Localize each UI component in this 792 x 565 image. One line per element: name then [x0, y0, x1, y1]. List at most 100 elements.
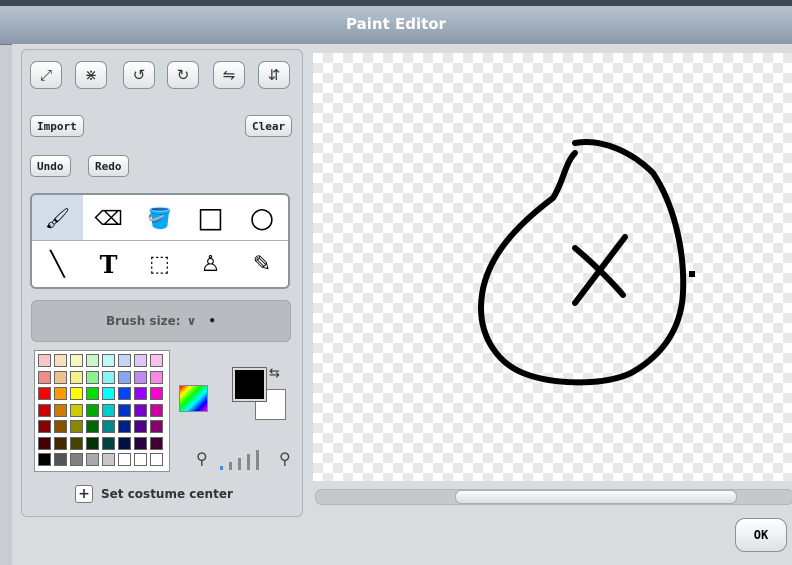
color-swatch[interactable]: [134, 354, 147, 367]
color-swatch[interactable]: [134, 436, 147, 450]
flip-vertical-button[interactable]: ⇵: [258, 61, 290, 89]
color-swatch[interactable]: [54, 403, 67, 417]
color-swatch[interactable]: [86, 387, 99, 400]
eyedropper-tool[interactable]: ✎: [236, 241, 288, 287]
set-costume-center[interactable]: + Set costume center: [75, 485, 233, 503]
color-swatch[interactable]: [134, 387, 147, 400]
color-swatch[interactable]: [150, 436, 163, 450]
foreground-color-swatch[interactable]: [233, 368, 266, 401]
chevron-down-icon[interactable]: ∨: [187, 314, 197, 328]
color-swatch[interactable]: [70, 370, 83, 384]
flip-horizontal-icon: ⇋: [222, 66, 236, 84]
color-swatch[interactable]: [118, 453, 131, 466]
color-swatch[interactable]: [102, 453, 115, 466]
flip-horizontal-button[interactable]: ⇋: [213, 61, 245, 89]
color-swatch[interactable]: [86, 354, 99, 367]
color-picker-gradient[interactable]: [179, 385, 208, 412]
color-swatch[interactable]: [102, 403, 115, 417]
color-swatch[interactable]: [86, 420, 99, 433]
color-swatch[interactable]: [118, 436, 131, 450]
color-swatch[interactable]: [102, 354, 115, 367]
zoom-in-icon[interactable]: ⚲: [279, 449, 291, 468]
rotate-left-button[interactable]: ↺: [123, 61, 155, 89]
color-swatch[interactable]: [134, 453, 147, 466]
rectangle-tool[interactable]: □: [185, 195, 237, 241]
color-swatch[interactable]: [150, 370, 163, 384]
paintbrush-icon: 🖌: [44, 205, 71, 230]
swap-colors-icon[interactable]: ⇆: [269, 366, 280, 381]
ok-button[interactable]: OK: [735, 518, 787, 552]
color-swatch[interactable]: [54, 420, 67, 433]
color-swatch[interactable]: [86, 453, 99, 466]
zoom-bar-4: [247, 454, 250, 470]
select-tool[interactable]: ⬚: [134, 241, 186, 287]
color-swatch[interactable]: [102, 436, 115, 450]
color-swatch[interactable]: [70, 387, 83, 400]
color-swatch[interactable]: [134, 370, 147, 384]
rotate-right-button[interactable]: ↻: [167, 61, 199, 89]
color-swatch[interactable]: [54, 453, 67, 466]
color-swatch[interactable]: [118, 403, 131, 417]
color-swatch[interactable]: [102, 420, 115, 433]
brush-size-control[interactable]: Brush size: ∨ •: [31, 300, 291, 342]
eraser-icon: ⌫: [94, 205, 123, 230]
color-swatch[interactable]: [150, 453, 163, 466]
canvas-scrollbar-thumb[interactable]: [455, 490, 737, 504]
undo-button[interactable]: Undo: [30, 155, 71, 177]
color-swatch[interactable]: [54, 354, 67, 367]
stamp-tool[interactable]: ♙: [185, 241, 237, 287]
color-swatch[interactable]: [70, 436, 83, 450]
color-swatch[interactable]: [102, 387, 115, 400]
paintbrush-tool[interactable]: 🖌: [32, 195, 84, 241]
color-swatch[interactable]: [38, 436, 51, 450]
color-swatch[interactable]: [38, 420, 51, 433]
title-bar: Paint Editor: [0, 6, 792, 45]
color-swatch[interactable]: [134, 420, 147, 433]
color-swatch[interactable]: [118, 387, 131, 400]
color-swatch[interactable]: [150, 420, 163, 433]
import-button[interactable]: Import: [30, 115, 84, 137]
color-swatch[interactable]: [150, 354, 163, 367]
color-swatch[interactable]: [54, 436, 67, 450]
color-swatch[interactable]: [38, 354, 51, 367]
text-icon: T: [99, 249, 118, 279]
eraser-tool[interactable]: ⌫: [83, 195, 135, 241]
color-swatch[interactable]: [102, 370, 115, 384]
ellipse-icon: ○: [249, 201, 275, 234]
color-swatch[interactable]: [150, 403, 163, 417]
color-swatch[interactable]: [86, 403, 99, 417]
zoom-bar-5: [256, 450, 259, 470]
color-swatch[interactable]: [86, 370, 99, 384]
text-tool[interactable]: T: [83, 241, 135, 287]
color-swatch[interactable]: [54, 370, 67, 384]
shrink-button[interactable]: ⋇: [75, 61, 107, 89]
grow-button[interactable]: ⤢: [30, 61, 62, 89]
clear-button[interactable]: Clear: [245, 115, 293, 137]
color-swatch[interactable]: [118, 354, 131, 367]
color-swatch[interactable]: [38, 370, 51, 384]
line-tool[interactable]: ╲: [32, 241, 84, 287]
color-swatch[interactable]: [118, 370, 131, 384]
redo-button[interactable]: Redo: [88, 155, 129, 177]
color-swatch[interactable]: [38, 453, 51, 466]
color-swatch[interactable]: [54, 387, 67, 400]
color-swatch[interactable]: [150, 387, 163, 400]
color-swatch[interactable]: [70, 420, 83, 433]
tool-grid: 🖌 ⌫ 🪣 □ ○ ╲ T ⬚ ♙ ✎: [30, 193, 290, 289]
zoom-level-bars[interactable]: [218, 450, 266, 472]
brush-size-label: Brush size:: [105, 314, 181, 328]
fill-tool[interactable]: 🪣: [134, 195, 186, 241]
color-swatch[interactable]: [38, 387, 51, 400]
color-swatch[interactable]: [86, 436, 99, 450]
color-swatch[interactable]: [118, 420, 131, 433]
color-swatch[interactable]: [134, 403, 147, 417]
color-swatch[interactable]: [70, 453, 83, 466]
color-swatch[interactable]: [70, 403, 83, 417]
flip-vertical-icon: ⇵: [267, 66, 281, 84]
color-swatch[interactable]: [70, 354, 83, 367]
drawing-canvas[interactable]: [313, 53, 792, 481]
window-title: Paint Editor: [346, 15, 446, 33]
ellipse-tool[interactable]: ○: [236, 195, 288, 241]
zoom-out-icon[interactable]: ⚲: [196, 449, 208, 468]
color-swatch[interactable]: [38, 403, 51, 417]
